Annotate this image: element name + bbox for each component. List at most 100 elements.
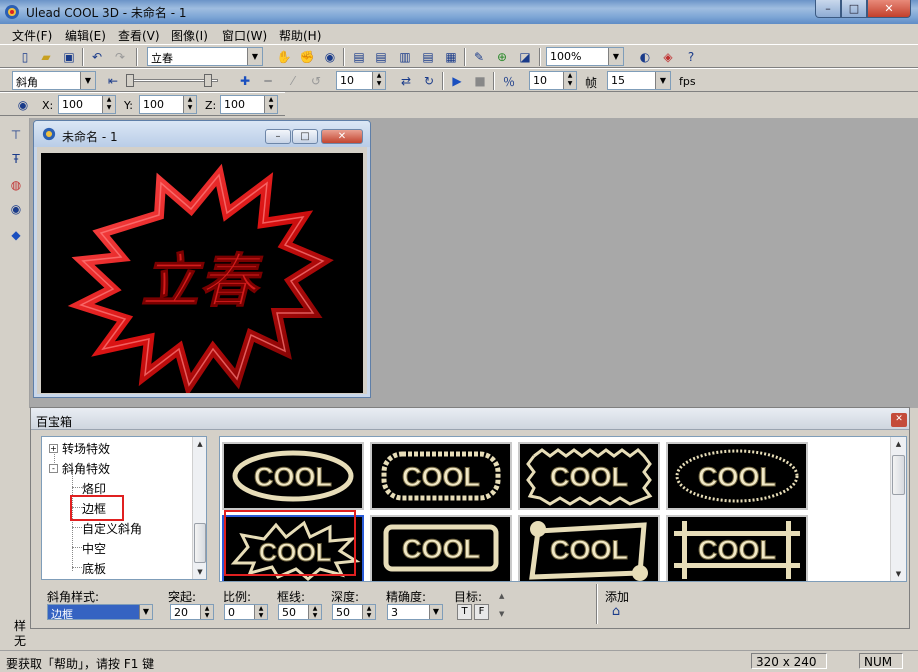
menu-edit[interactable]: 编辑(E)	[65, 27, 106, 44]
target-text-toggle[interactable]: T	[457, 604, 472, 620]
tree-item-custom-bevel[interactable]: 自定义斜角	[82, 520, 142, 537]
loop-icon[interactable]: ⇄	[397, 72, 415, 90]
insert-geometry-icon[interactable]: ◍	[7, 176, 25, 194]
first-frame-icon[interactable]: ⇤	[104, 72, 122, 90]
panel-close-button[interactable]: ✕	[891, 413, 907, 427]
frame-number-input[interactable]: 10 ▲ ▼	[336, 71, 386, 90]
remove-keyframe-icon[interactable]: ━	[259, 72, 277, 90]
menu-help[interactable]: 帮助(H)	[279, 27, 321, 44]
menu-image[interactable]: 图像(I)	[171, 27, 208, 44]
layout-icon-2[interactable]: ▤	[372, 48, 390, 66]
category-tree[interactable]: + 转场特效 - 斜角特效 烙印 边框 自定义斜角 中空 底板 ▲ ▼	[41, 436, 207, 580]
save-icon[interactable]: ▣	[60, 48, 78, 66]
tree-item-base[interactable]: 底板	[82, 560, 106, 577]
ping-pong-icon[interactable]: ↻	[420, 72, 438, 90]
tree-scrollbar[interactable]: ▲ ▼	[192, 437, 206, 579]
material-icon[interactable]: ◆	[7, 226, 25, 244]
chart-icon[interactable]: ◪	[516, 48, 534, 66]
globe-icon[interactable]: ⊕	[493, 48, 511, 66]
insert-text-icon[interactable]: ⊤	[7, 126, 25, 144]
gallery-thumbnail[interactable]: COOL	[518, 442, 660, 510]
spin-arrows-icon[interactable]: ▲ ▼	[264, 96, 277, 113]
tree-item-transition[interactable]: 转场特效	[62, 440, 110, 457]
scroll-up-icon[interactable]: ▲	[193, 437, 206, 451]
z-input[interactable]: 100 ▲ ▼	[220, 95, 278, 114]
add-to-palette-icon[interactable]: ⌂	[607, 604, 625, 620]
document-close-button[interactable]: ✕	[321, 129, 363, 144]
spin-arrows-icon[interactable]: ▲ ▼	[183, 96, 196, 113]
split-icon[interactable]: ⁄	[284, 72, 302, 90]
panel-title-bar[interactable]: 百宝箱 ✕	[31, 408, 909, 430]
spin-arrows-icon[interactable]: ▲ ▼	[372, 72, 385, 89]
gallery-scroll-thumb[interactable]	[892, 455, 905, 495]
scroll-up-icon[interactable]: ▲	[891, 437, 906, 451]
document-window[interactable]: 未命名 - 1 – □ ✕ 立春	[33, 120, 371, 398]
tree-scroll-thumb[interactable]	[194, 523, 206, 563]
select-object-icon[interactable]: ◉	[321, 48, 339, 66]
layout-icon-5[interactable]: ▦	[442, 48, 460, 66]
spin-arrows-icon[interactable]: ▲ ▼	[563, 72, 576, 89]
border-width-input[interactable]: 50 ▲ ▼	[278, 604, 322, 620]
spin-arrows-icon[interactable]: ▲ ▼	[308, 605, 321, 619]
menu-window[interactable]: 窗口(W)	[222, 27, 267, 44]
menu-file[interactable]: 文件(F)	[12, 27, 52, 44]
minimize-button[interactable]: –	[815, 0, 841, 18]
param-scroll-arrows-icon[interactable]: ▲ ▼	[499, 592, 504, 619]
add-keyframe-icon[interactable]: ✚	[236, 72, 254, 90]
maximize-button[interactable]: □	[841, 0, 867, 18]
bevel-style-select[interactable]: 边框 ▼	[47, 604, 153, 621]
spin-arrows-icon[interactable]: ▲ ▼	[254, 605, 267, 619]
gallery-thumbnail[interactable]: COOL	[518, 515, 660, 581]
light-icon[interactable]: ✎	[470, 48, 488, 66]
precision-select[interactable]: 3 ▼	[387, 604, 443, 620]
export-icon[interactable]: ◈	[659, 48, 677, 66]
spin-arrows-icon[interactable]: ▲ ▼	[362, 605, 375, 619]
spin-arrows-icon[interactable]: ▲ ▼	[102, 96, 115, 113]
gallery-thumbnail[interactable]: COOL	[222, 442, 364, 510]
context-help-icon[interactable]: ?	[682, 48, 700, 66]
rotate-hand-icon[interactable]: ✊	[298, 48, 316, 66]
object-select[interactable]: 立春 ▼	[147, 47, 263, 66]
document-minimize-button[interactable]: –	[265, 129, 291, 144]
redo-icon[interactable]: ↷	[111, 48, 129, 66]
x-input[interactable]: 100 ▲ ▼	[58, 95, 116, 114]
stop-icon[interactable]: ■	[471, 72, 489, 90]
gallery-thumbnail[interactable]: COOL	[370, 442, 512, 510]
render-canvas[interactable]: 立春	[41, 153, 363, 397]
fps-select[interactable]: 15 ▼	[607, 71, 671, 90]
reverse-icon[interactable]: ↺	[307, 72, 325, 90]
protrude-input[interactable]: 20 ▲ ▼	[170, 604, 214, 620]
play-icon[interactable]: ▶	[448, 72, 466, 90]
scroll-down-icon[interactable]: ▼	[891, 567, 906, 581]
layout-icon-3[interactable]: ▥	[396, 48, 414, 66]
gallery-thumbnail[interactable]: COOL	[370, 515, 512, 581]
timeline-thumb[interactable]	[126, 74, 134, 87]
new-file-icon[interactable]: ▯	[16, 48, 34, 66]
close-button[interactable]: ✕	[867, 0, 911, 18]
undo-icon[interactable]: ↶	[88, 48, 106, 66]
tree-collapse-icon[interactable]: -	[49, 464, 58, 473]
zoom-select[interactable]: 100% ▼	[546, 47, 624, 66]
position-mode-icon[interactable]: ◉	[14, 96, 32, 114]
menu-view[interactable]: 查看(V)	[118, 27, 160, 44]
effect-gallery[interactable]: COOL COOL COOL COOL COOL COOL COOL COOL …	[219, 436, 907, 582]
scroll-down-icon[interactable]: ▼	[193, 565, 206, 579]
hand-move-icon[interactable]: ✋	[275, 48, 293, 66]
timeline-slider[interactable]	[126, 74, 218, 88]
ratio-input[interactable]: 0 ▲ ▼	[224, 604, 268, 620]
y-input[interactable]: 100 ▲ ▼	[139, 95, 197, 114]
layout-icon-1[interactable]: ▤	[350, 48, 368, 66]
document-maximize-button[interactable]: □	[292, 129, 318, 144]
target-frame-toggle[interactable]: F	[474, 604, 489, 620]
open-folder-icon[interactable]: ▰	[37, 48, 55, 66]
gallery-thumbnail[interactable]: COOL	[666, 442, 808, 510]
smooth-icon[interactable]: ％	[500, 72, 518, 90]
tree-item-bevel[interactable]: 斜角特效	[62, 460, 110, 477]
gallery-scrollbar[interactable]: ▲ ▼	[890, 437, 906, 581]
layout-icon-4[interactable]: ▤	[419, 48, 437, 66]
total-frames-input[interactable]: 10 ▲ ▼	[529, 71, 577, 90]
render-icon[interactable]: ◐	[636, 48, 654, 66]
document-title-bar[interactable]: 未命名 - 1 – □ ✕	[34, 121, 370, 147]
object-select-icon[interactable]: ◉	[7, 200, 25, 218]
depth-input[interactable]: 50 ▲ ▼	[332, 604, 376, 620]
